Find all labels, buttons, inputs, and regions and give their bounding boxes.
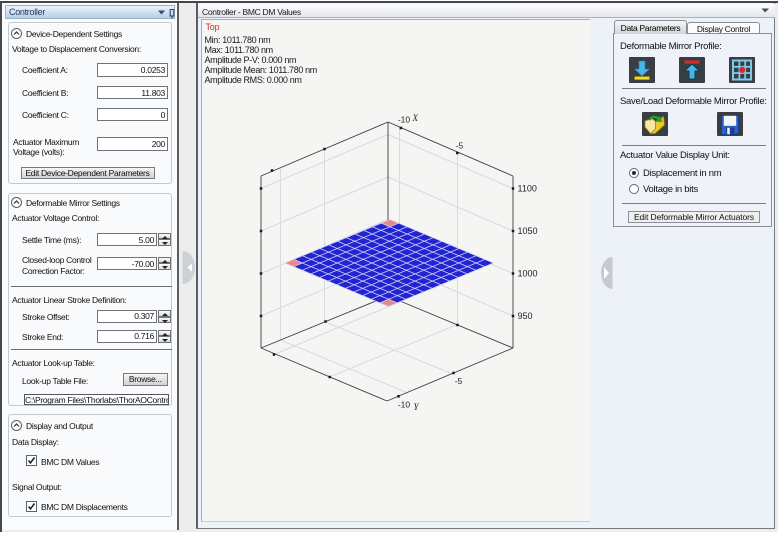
- svg-text:1050: 1050: [518, 226, 538, 236]
- svg-text:-10: -10: [398, 115, 411, 125]
- svg-text:1100: 1100: [518, 184, 537, 194]
- svg-text:950: 950: [518, 311, 533, 321]
- svg-text:1000: 1000: [518, 269, 538, 279]
- svg-text:-5: -5: [455, 376, 463, 386]
- svg-text:-5: -5: [456, 140, 464, 150]
- svg-text:X: X: [412, 113, 419, 123]
- svg-text:-10: -10: [398, 400, 411, 410]
- svg-text:Y: Y: [414, 402, 420, 412]
